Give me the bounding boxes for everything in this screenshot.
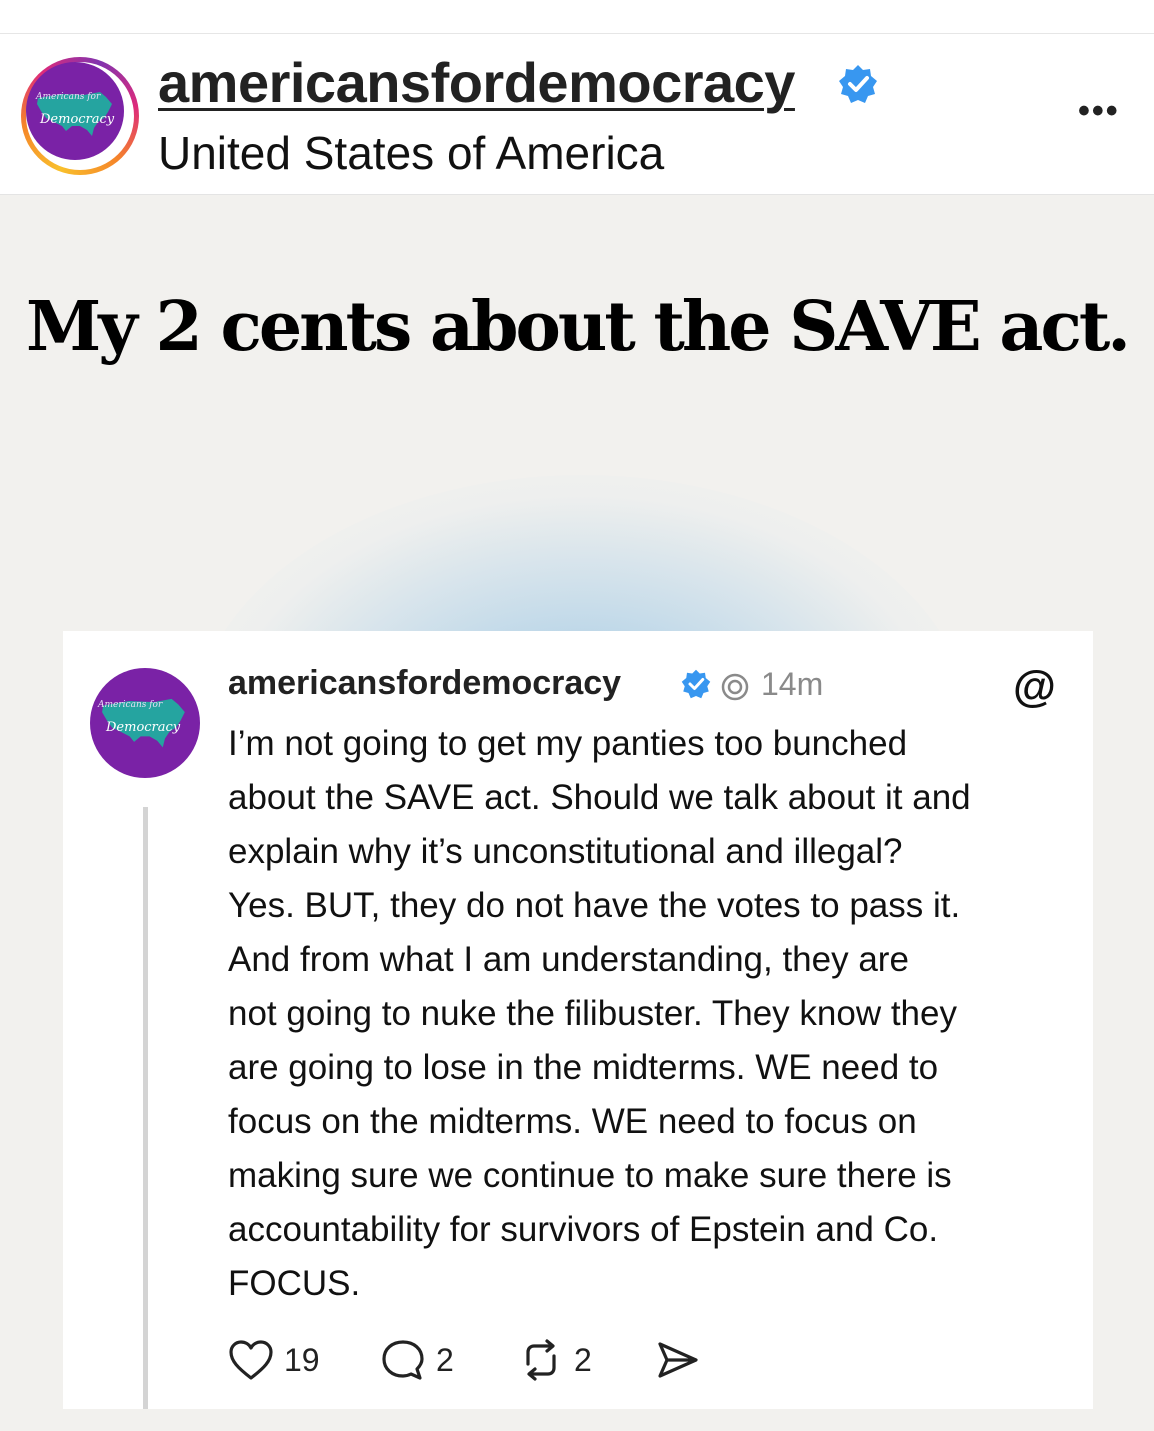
post-headline: My 2 cents about the SAVE act.	[26, 287, 1131, 367]
verified-badge-icon	[681, 669, 711, 699]
more-options-icon[interactable]: •••	[1078, 92, 1120, 131]
threads-post-card: Americans for Democracy americansfordemo…	[63, 631, 1093, 1409]
avatar-logo-text: Americans for	[36, 92, 101, 102]
share-icon	[658, 1342, 698, 1378]
share-button[interactable]	[654, 1337, 700, 1383]
threads-logo-icon: @	[1013, 662, 1056, 711]
avatar-logo-text: Americans for	[98, 700, 163, 710]
repost-count: 2	[574, 1341, 592, 1378]
post-body-text: I’m not going to get my panties too bunc…	[228, 724, 971, 1303]
heart-icon	[229, 1340, 273, 1380]
card-username: americansfordemocracy	[228, 664, 622, 702]
status-strip	[0, 0, 1154, 34]
header-username-link[interactable]: americansfordemocracy	[158, 50, 795, 115]
avatar-logo-text: Democracy	[106, 720, 181, 735]
comment-count: 2	[436, 1341, 454, 1378]
thread-line	[143, 807, 148, 1409]
comment-icon	[382, 1340, 424, 1380]
card-avatar: Americans for Democracy	[90, 668, 200, 778]
post-location[interactable]: United States of America	[158, 126, 664, 180]
like-button[interactable]: 19	[228, 1337, 320, 1383]
comment-button[interactable]: 2	[380, 1337, 454, 1383]
post-image: My 2 cents about the SAVE act. Americans…	[0, 195, 1154, 1431]
like-count: 19	[284, 1341, 320, 1378]
profile-avatar[interactable]: Americans for Democracy	[21, 57, 139, 175]
verified-badge-icon	[839, 65, 877, 103]
repost-icon	[526, 1339, 556, 1381]
clock-icon	[721, 673, 749, 701]
repost-button[interactable]: 2	[518, 1337, 592, 1383]
avatar-logo-text: Democracy	[40, 112, 115, 127]
post-time: 14m	[761, 666, 824, 702]
